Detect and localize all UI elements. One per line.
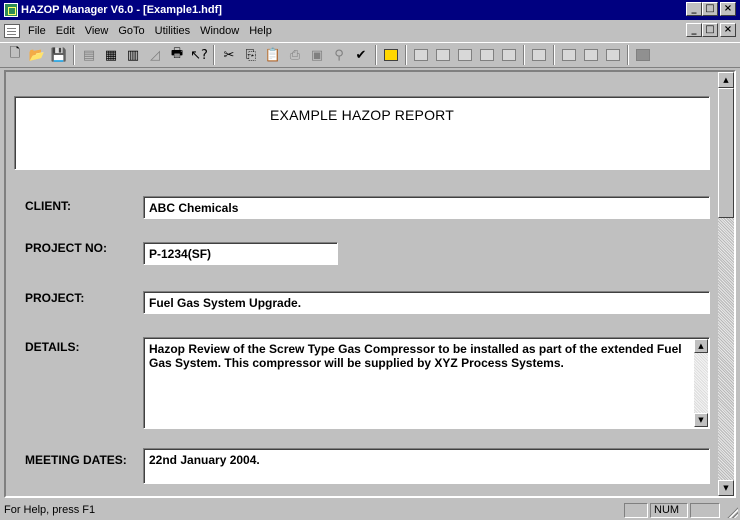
app-icon[interactable] — [4, 3, 18, 17]
view-3-icon[interactable] — [580, 44, 602, 66]
document-icon[interactable] — [4, 23, 20, 38]
insert-rows-icon[interactable]: ▣ — [306, 44, 328, 66]
project-label: PROJECT: — [25, 291, 85, 305]
project-no-field[interactable]: P-1234(SF) — [143, 242, 338, 265]
cut-icon[interactable]: ✂ — [218, 44, 240, 66]
details-field[interactable]: Hazop Review of the Screw Type Gas Compr… — [143, 337, 710, 429]
meeting-dates-label: MEETING DATES: — [25, 453, 127, 467]
report-icon[interactable] — [380, 44, 402, 66]
window-title: HAZOP Manager V6.0 - [Example1.hdf] — [21, 4, 222, 16]
layout-2-icon[interactable] — [432, 44, 454, 66]
status-pane-caps — [624, 503, 648, 518]
scroll-up-button[interactable]: ▲ — [718, 72, 734, 88]
spellcheck-icon[interactable]: ✔ — [350, 44, 372, 66]
toolbar: 🗋 📂 💾 ▤ ▦ ▥ ◿ 🖶 ↖? ✂ ⎘ 📋 ⎙ ▣ ⚲ ✔ — [0, 42, 740, 68]
status-num: NUM — [650, 503, 688, 518]
details-scrollbar[interactable]: ▲ ▼ — [694, 339, 708, 427]
view-1-icon[interactable] — [528, 44, 550, 66]
status-bar: For Help, press F1 NUM — [0, 500, 740, 520]
project-no-label: PROJECT NO: — [25, 241, 108, 255]
close-button[interactable]: × — [720, 2, 736, 16]
details-scroll-down-button[interactable]: ▼ — [694, 413, 708, 427]
toolbar-separator — [213, 45, 215, 65]
menu-bar: File Edit View GoTo Utilities Window Hel… — [0, 20, 740, 41]
scroll-down-button[interactable]: ▼ — [718, 480, 734, 496]
menu-view[interactable]: View — [80, 25, 114, 37]
doc-minimize-button[interactable]: _ — [686, 23, 702, 37]
insert-icon[interactable]: ⎙ — [284, 44, 306, 66]
client-field[interactable]: ABC Chemicals — [143, 196, 710, 219]
toolbar-separator — [553, 45, 555, 65]
status-pane-scrl — [690, 503, 720, 518]
vertical-scrollbar[interactable]: ▲ ▼ — [718, 72, 734, 496]
layout-4-icon[interactable] — [476, 44, 498, 66]
report-title-box[interactable]: EXAMPLE HAZOP REPORT — [14, 96, 710, 170]
print-icon[interactable]: 🖶 — [166, 44, 188, 66]
save-icon[interactable]: 💾 — [48, 44, 70, 66]
report-form: EXAMPLE HAZOP REPORT CLIENT: ABC Chemica… — [6, 72, 718, 496]
doc-restore-button[interactable]: □ — [702, 23, 718, 37]
document-window: EXAMPLE HAZOP REPORT CLIENT: ABC Chemica… — [4, 70, 736, 498]
table-icon[interactable]: ▥ — [122, 44, 144, 66]
minimize-button[interactable]: _ — [686, 2, 702, 16]
tree-icon[interactable]: ▦ — [100, 44, 122, 66]
new-icon[interactable]: 🗋 — [4, 44, 26, 66]
title-bar[interactable]: HAZOP Manager V6.0 - [Example1.hdf] _ □ … — [0, 0, 740, 20]
worksheet-icon[interactable]: ▤ — [78, 44, 100, 66]
meeting-dates-field[interactable]: 22nd January 2004. — [143, 448, 710, 484]
toolbar-separator — [405, 45, 407, 65]
layout-5-icon[interactable] — [498, 44, 520, 66]
details-text: Hazop Review of the Screw Type Gas Compr… — [149, 342, 682, 370]
open-icon[interactable]: 📂 — [26, 44, 48, 66]
layout-1-icon[interactable] — [410, 44, 432, 66]
doc-close-button[interactable]: × — [720, 23, 736, 37]
copy-icon[interactable]: ⎘ — [240, 44, 262, 66]
client-label: CLIENT: — [25, 199, 71, 213]
context-help-icon[interactable]: ↖? — [188, 44, 210, 66]
view-5-icon[interactable] — [632, 44, 654, 66]
details-scroll-up-button[interactable]: ▲ — [694, 339, 708, 353]
toolbar-separator — [375, 45, 377, 65]
resize-grip[interactable] — [726, 506, 738, 518]
layout-3-icon[interactable] — [454, 44, 476, 66]
menu-window[interactable]: Window — [195, 25, 244, 37]
toolbar-separator — [627, 45, 629, 65]
menu-help[interactable]: Help — [244, 25, 277, 37]
menu-goto[interactable]: GoTo — [113, 25, 149, 37]
toolbar-separator — [523, 45, 525, 65]
project-field[interactable]: Fuel Gas System Upgrade. — [143, 291, 710, 314]
maximize-button[interactable]: □ — [702, 2, 718, 16]
paste-icon[interactable]: 📋 — [262, 44, 284, 66]
scroll-thumb[interactable] — [718, 88, 734, 218]
menu-file[interactable]: File — [23, 25, 51, 37]
find-icon[interactable]: ⚲ — [328, 44, 350, 66]
menu-utilities[interactable]: Utilities — [150, 25, 195, 37]
menu-edit[interactable]: Edit — [51, 25, 80, 37]
view-2-icon[interactable] — [558, 44, 580, 66]
view-4-icon[interactable] — [602, 44, 624, 66]
toolbar-separator — [73, 45, 75, 65]
details-label: DETAILS: — [25, 340, 80, 354]
status-help-text: For Help, press F1 — [4, 504, 96, 516]
chart-icon[interactable]: ◿ — [144, 44, 166, 66]
report-title: EXAMPLE HAZOP REPORT — [270, 107, 454, 123]
